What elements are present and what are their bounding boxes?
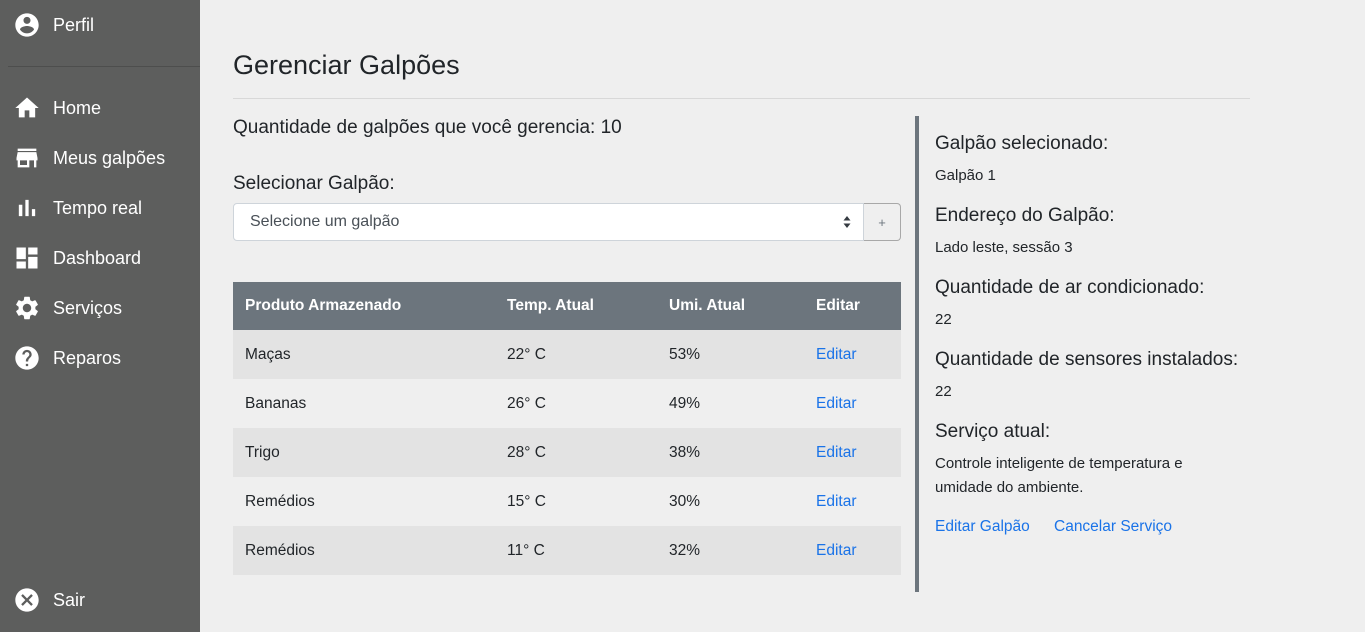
column-header: Editar [804, 282, 901, 330]
select-galpao-value: Selecione um galpão [250, 213, 400, 230]
sidebar-item-reparos[interactable]: Reparos [13, 343, 121, 373]
temp-cell: 15° C [495, 477, 657, 526]
galpoes-count-text: Quantidade de galpões que você gerencia:… [233, 117, 622, 138]
editar-link[interactable]: Editar [816, 493, 857, 510]
sidebar-item-label: Home [53, 97, 102, 118]
sidebar-item-label: Tempo real [53, 197, 143, 218]
table-row: Maças 22° C 53% Editar [233, 330, 901, 379]
sidebar-item-servicos[interactable]: Serviços [13, 293, 122, 323]
sidebar-item-sair[interactable]: Sair [13, 585, 85, 615]
details-panel-border [915, 116, 919, 592]
table-header-row: Produto Armazenado Temp. Atual Umi. Atua… [233, 282, 901, 330]
edit-galpao-link[interactable]: Editar Galpão [935, 518, 1030, 536]
produto-cell: Bananas [233, 379, 495, 428]
products-table: Produto Armazenado Temp. Atual Umi. Atua… [233, 282, 901, 575]
bar-chart-icon [13, 194, 41, 222]
sidebar-item-dashboard[interactable]: Dashboard [13, 243, 141, 273]
sidebar-item-label: Dashboard [53, 247, 142, 268]
table-row: Remédios 15° C 30% Editar [233, 477, 901, 526]
sensors-count-value: 22 [935, 383, 952, 400]
select-galpao-group: Selecione um galpão + [233, 203, 901, 241]
select-galpao-label: Selecionar Galpão: [233, 173, 395, 194]
sidebar-item-home[interactable]: Home [13, 93, 101, 123]
temp-cell: 28° C [495, 428, 657, 477]
select-arrows-icon [843, 216, 851, 228]
umi-cell: 30% [657, 477, 804, 526]
umi-cell: 32% [657, 526, 804, 575]
ac-count-label: Quantidade de ar condicionado: [935, 277, 1205, 298]
editar-link[interactable]: Editar [816, 346, 857, 363]
sidebar-item-meus-galpoes[interactable]: Meus galpões [13, 143, 165, 173]
temp-cell: 26° C [495, 379, 657, 428]
add-galpao-button[interactable]: + [864, 203, 901, 241]
column-header: Umi. Atual [657, 282, 804, 330]
page-title: Gerenciar Galpões [233, 50, 460, 80]
temp-cell: 22° C [495, 330, 657, 379]
table-row: Bananas 26° C 49% Editar [233, 379, 901, 428]
sidebar-divider [8, 66, 200, 67]
produto-cell: Remédios [233, 526, 495, 575]
column-header: Produto Armazenado [233, 282, 495, 330]
ac-count-value: 22 [935, 311, 952, 328]
produto-cell: Remédios [233, 477, 495, 526]
temp-cell: 11° C [495, 526, 657, 575]
umi-cell: 49% [657, 379, 804, 428]
close-circle-icon [13, 586, 41, 614]
sensors-count-label: Quantidade de sensores instalados: [935, 349, 1239, 370]
sidebar-item-label: Reparos [53, 347, 122, 368]
cancel-service-link[interactable]: Cancelar Serviço [1054, 518, 1172, 536]
sidebar-item-label: Perfil [53, 14, 95, 35]
table-row: Trigo 28° C 38% Editar [233, 428, 901, 477]
gear-icon [13, 294, 41, 322]
selected-galpao-value: Galpão 1 [935, 167, 996, 184]
umi-cell: 53% [657, 330, 804, 379]
sidebar-item-label: Serviços [53, 297, 123, 318]
selected-galpao-label: Galpão selecionado: [935, 133, 1109, 154]
umi-cell: 38% [657, 428, 804, 477]
column-header: Temp. Atual [495, 282, 657, 330]
address-value: Lado leste, sessão 3 [935, 239, 1073, 256]
select-galpao-dropdown[interactable]: Selecione um galpão [233, 203, 864, 241]
sidebar: Perfil Home Meus galpões Tempo real Dash… [0, 0, 200, 632]
produto-cell: Maças [233, 330, 495, 379]
editar-link[interactable]: Editar [816, 444, 857, 461]
current-service-value: Controle inteligente de temperatura e um… [935, 455, 1183, 496]
produto-cell: Trigo [233, 428, 495, 477]
store-icon [13, 144, 41, 172]
current-service-label: Serviço atual: [935, 421, 1051, 442]
editar-link[interactable]: Editar [816, 542, 857, 559]
sidebar-item-perfil[interactable]: Perfil [13, 10, 94, 40]
address-label: Endereço do Galpão: [935, 205, 1115, 226]
help-icon [13, 344, 41, 372]
sidebar-item-label: Sair [53, 589, 86, 610]
sidebar-item-tempo-real[interactable]: Tempo real [13, 193, 142, 223]
account-circle-icon [13, 11, 41, 39]
title-divider [233, 98, 1250, 99]
sidebar-item-label: Meus galpões [53, 147, 166, 168]
home-icon [13, 94, 41, 122]
editar-link[interactable]: Editar [816, 395, 857, 412]
dashboard-icon [13, 244, 41, 272]
table-row: Remédios 11° C 32% Editar [233, 526, 901, 575]
